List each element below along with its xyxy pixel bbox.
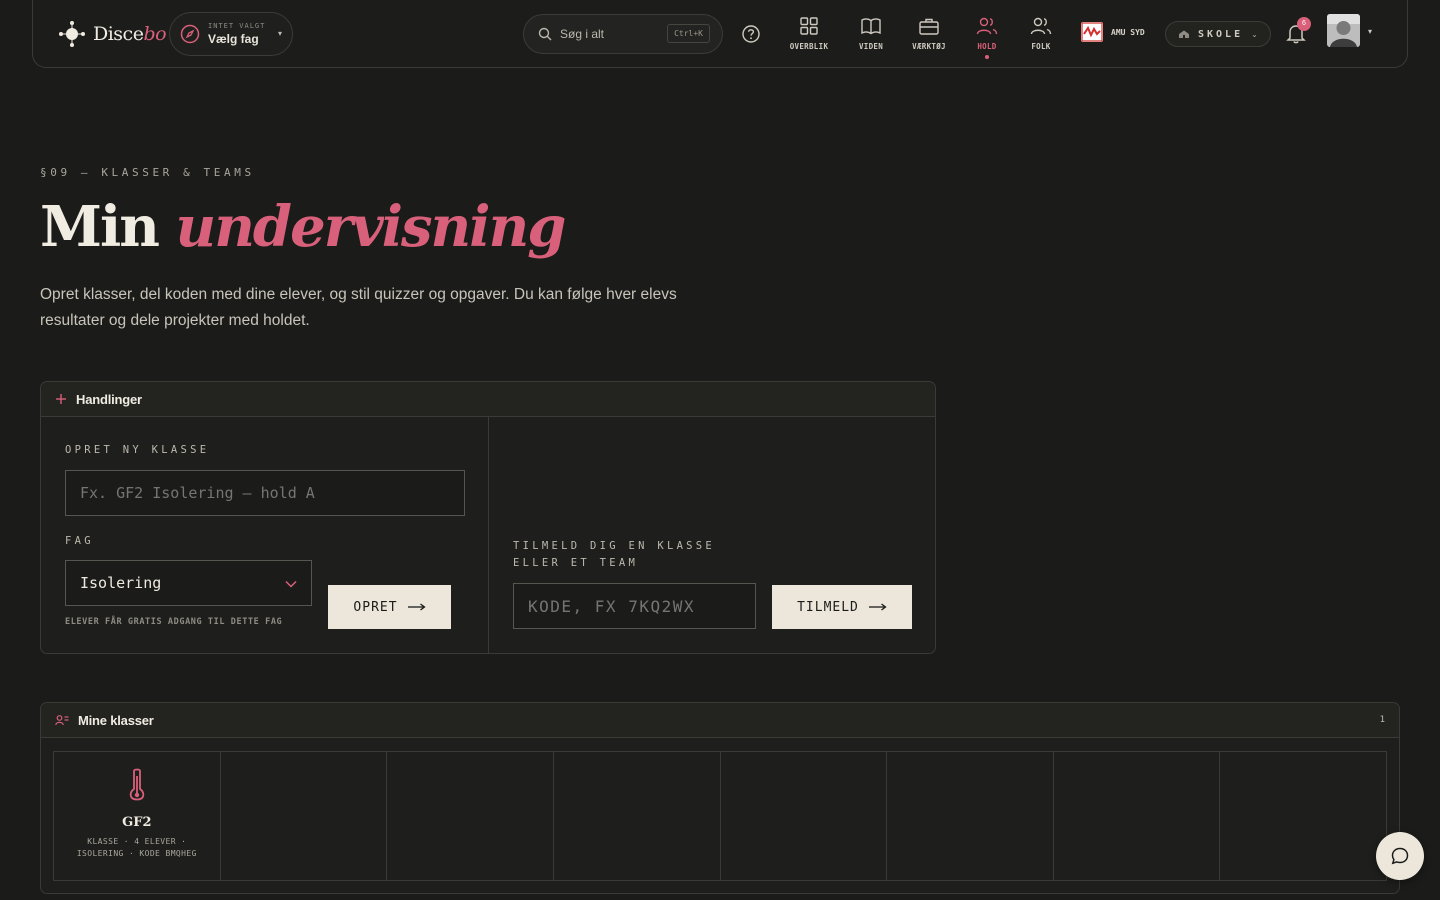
join-class-label-line1: TILMELD DIG EN KLASSE — [513, 540, 716, 552]
class-meta-line1: KLASSE · 4 ELEVER · — [87, 837, 187, 846]
class-meta: KLASSE · 4 ELEVER · ISOLERING · KODE BMQ… — [54, 836, 220, 860]
nav-item-label: HOLD — [977, 42, 997, 51]
brand-logo[interactable]: Discebo — [57, 19, 167, 49]
arrow-right-icon — [407, 603, 426, 611]
subject-selector[interactable]: INTET VALGT Vælg fag ▾ — [169, 12, 293, 56]
nav-item-overblik[interactable]: OVERBLIK — [779, 16, 839, 51]
empty-class-slot — [1054, 752, 1221, 880]
scope-selector[interactable]: SKOLE ⌄ — [1165, 21, 1271, 47]
chevron-down-icon: ⌄ — [1251, 29, 1258, 39]
scope-label: SKOLE — [1198, 28, 1244, 40]
school-logo — [1081, 22, 1103, 42]
nav-item-hold[interactable]: HOLD — [957, 16, 1017, 59]
users-icon — [976, 17, 998, 35]
my-classes-heading: Mine klasser — [78, 712, 154, 728]
create-class-label: OPRET NY KLASSE — [65, 444, 210, 456]
toolbox-icon — [919, 18, 939, 35]
class-count: 1 — [1379, 715, 1385, 725]
chevron-down-icon: ▾ — [277, 29, 282, 38]
search-placeholder: Søg i alt — [560, 27, 605, 41]
class-code-input[interactable] — [513, 583, 756, 629]
class-name-input[interactable] — [65, 470, 465, 516]
class-meta-line2: ISOLERING · KODE BMQHEG — [76, 849, 197, 858]
actions-card-header: Handlinger — [41, 382, 935, 417]
page-title-italic: undervisning — [175, 194, 566, 260]
subject-label: FAG — [65, 535, 94, 547]
notification-badge: 6 — [1297, 17, 1311, 31]
my-classes-header: Mine klasser — [41, 703, 1399, 738]
empty-class-slot — [387, 752, 554, 880]
nav-item-folk[interactable]: FOLK — [1011, 16, 1071, 51]
subject-selector-caption: INTET VALGT — [208, 22, 266, 30]
join-class-button-label: TILMELD — [797, 599, 859, 615]
search-shortcut: Ctrl+K — [667, 24, 710, 43]
school-building-icon — [1179, 30, 1189, 38]
nav-item-label: OVERBLIK — [789, 42, 829, 51]
empty-class-slot — [554, 752, 721, 880]
chat-bubble-icon — [1391, 847, 1409, 865]
search-input[interactable]: Søg i alt Ctrl+K — [523, 14, 723, 54]
chevron-down-icon — [285, 580, 297, 588]
empty-class-slot — [887, 752, 1054, 880]
join-class-button[interactable]: TILMELD — [772, 585, 912, 629]
arrow-right-icon — [868, 603, 887, 611]
top-navigation-bar: Discebo INTET VALGT Vælg fag ▾ Søg i alt… — [32, 0, 1408, 68]
class-name: GF2 — [122, 815, 152, 830]
school-name: AMU SYD — [1111, 27, 1145, 37]
class-grid: GF2 KLASSE · 4 ELEVER · ISOLERING · KODE… — [53, 751, 1387, 881]
empty-class-slot — [221, 752, 388, 880]
compass-icon — [180, 24, 200, 44]
brand-name: Discebo — [93, 23, 167, 45]
empty-class-slot — [1220, 752, 1386, 880]
create-class-button-label: OPRET — [353, 599, 398, 615]
create-class-button[interactable]: OPRET — [328, 585, 451, 629]
thermometer-icon — [129, 768, 145, 801]
join-class-label-line2: ELLER ET TEAM — [513, 557, 639, 569]
page-lead: Opret klasser, del koden med dine elever… — [40, 286, 677, 329]
nav-item-label: VIDEN — [858, 42, 884, 51]
page-title: Min undervisning — [40, 194, 566, 260]
actions-heading: Handlinger — [76, 391, 142, 407]
nav-item-vaerktoej[interactable]: VÆRKTØJ — [899, 16, 959, 51]
subject-select-value: Isolering — [80, 574, 162, 592]
avatar[interactable] — [1327, 14, 1360, 47]
actions-card: Handlinger OPRET NY KLASSE FAG Isolering… — [40, 381, 936, 654]
page-title-plain: Min — [40, 194, 160, 260]
logo-mark-icon — [59, 21, 85, 47]
school-switcher[interactable]: AMU SYD — [1081, 22, 1145, 42]
section-eyebrow: §09 — KLASSER & TEAMS — [40, 166, 255, 179]
my-classes-card: Mine klasser 1 GF2 KLASSE · 4 ELEVER · I… — [40, 702, 1400, 894]
search-icon — [538, 27, 552, 41]
class-tile[interactable]: GF2 KLASSE · 4 ELEVER · ISOLERING · KODE… — [54, 752, 221, 880]
help-icon[interactable] — [741, 24, 761, 44]
plus-icon — [56, 394, 66, 404]
subject-select[interactable]: Isolering — [65, 560, 312, 606]
join-class-label: TILMELD DIG EN KLASSE ELLER ET TEAM — [513, 538, 715, 572]
class-list-icon — [55, 715, 69, 726]
nav-item-label: VÆRKTØJ — [912, 42, 946, 51]
active-indicator — [985, 55, 989, 59]
subject-hint: ELEVER FÅR GRATIS ADGANG TIL DETTE FAG — [65, 617, 283, 627]
nav-item-label: FOLK — [1031, 42, 1051, 51]
nav-item-viden[interactable]: VIDEN — [841, 16, 901, 51]
empty-class-slot — [721, 752, 888, 880]
book-icon — [861, 18, 881, 35]
grid-icon — [800, 17, 818, 35]
chat-button[interactable] — [1376, 832, 1424, 880]
chevron-down-icon[interactable]: ▾ — [1368, 27, 1372, 36]
people-icon — [1030, 17, 1052, 35]
subject-selector-value: Vælg fag — [208, 32, 259, 46]
column-divider — [488, 417, 489, 654]
